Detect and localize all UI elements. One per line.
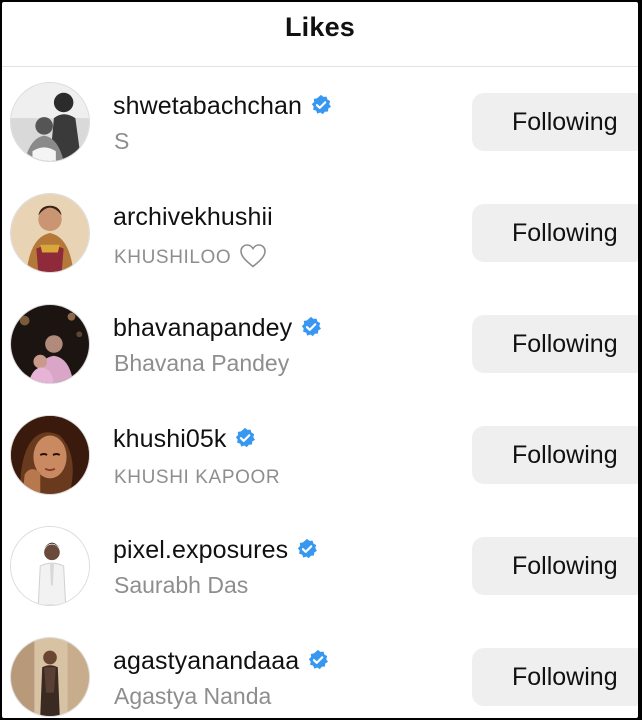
list-item-agastyanandaaa[interactable]: agastyanandaaa Agastya Nanda Following — [2, 623, 638, 718]
username[interactable]: khushi05k — [113, 425, 226, 453]
list-item-bhavanapandey[interactable]: bhavanapandey Bhavana Pandey Following — [2, 290, 638, 401]
following-button[interactable]: Following — [472, 537, 638, 595]
username[interactable]: bhavanapandey — [113, 314, 292, 342]
page-title: Likes — [284, 12, 356, 42]
avatar[interactable] — [10, 415, 90, 495]
list-item-pixel-exposures[interactable]: pixel.exposures Saurabh Das Following — [2, 512, 638, 623]
likes-header: Likes — [2, 2, 638, 67]
following-button-label: Following — [512, 108, 618, 136]
verified-badge-icon — [296, 538, 318, 560]
username[interactable]: pixel.exposures — [113, 536, 288, 564]
likes-panel: Likes shwetabachchan S Following archive… — [2, 2, 638, 718]
following-button[interactable]: Following — [472, 315, 638, 373]
following-button[interactable]: Following — [472, 93, 638, 151]
avatar[interactable] — [10, 82, 90, 162]
username[interactable]: agastyanandaaa — [113, 647, 299, 675]
full-name: Saurabh Das — [114, 572, 249, 598]
following-button-label: Following — [512, 441, 618, 469]
following-button-label: Following — [512, 552, 618, 580]
verified-badge-icon — [310, 94, 332, 116]
following-button-label: Following — [512, 663, 618, 691]
following-button[interactable]: Following — [472, 204, 638, 262]
verified-badge-icon — [234, 427, 256, 449]
following-button-label: Following — [512, 219, 618, 247]
username[interactable]: archivekhushii — [113, 203, 273, 231]
list-item-archivekhushii[interactable]: archivekhushii KHUSHILOO Following — [2, 179, 638, 290]
following-button[interactable]: Following — [472, 426, 638, 484]
avatar[interactable] — [10, 193, 90, 273]
following-button[interactable]: Following — [472, 648, 638, 706]
list-item-shwetabachchan[interactable]: shwetabachchan S Following — [2, 68, 638, 179]
heart-outline-icon — [239, 243, 267, 269]
verified-badge-icon — [300, 316, 322, 338]
full-name: KHUSHILOO — [114, 243, 267, 271]
full-name: KHUSHI KAPOOR — [114, 467, 281, 488]
full-name: Agastya Nanda — [114, 683, 272, 709]
avatar[interactable] — [10, 304, 90, 384]
avatar[interactable] — [10, 637, 90, 717]
full-name: S — [114, 128, 130, 154]
avatar[interactable] — [10, 526, 90, 606]
verified-badge-icon — [307, 649, 329, 671]
full-name: Bhavana Pandey — [114, 350, 290, 376]
username[interactable]: shwetabachchan — [113, 92, 302, 120]
list-item-khushi05k[interactable]: khushi05k KHUSHI KAPOOR Following — [2, 401, 638, 512]
full-name-text: KHUSHILOO — [114, 247, 232, 269]
following-button-label: Following — [512, 330, 618, 358]
